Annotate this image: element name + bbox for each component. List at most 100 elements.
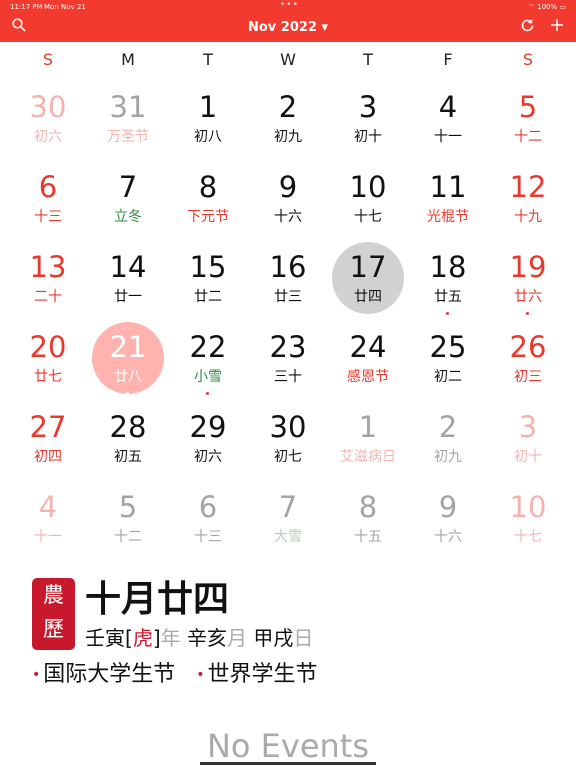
festival-item[interactable]: • 国际大学生节 xyxy=(32,662,175,687)
day-cell[interactable]: 5 十二 xyxy=(88,488,168,568)
lunar-day-label: 初三 xyxy=(514,369,542,385)
day-number: 10 xyxy=(349,170,387,204)
day-cell[interactable]: 21 廿八 xyxy=(88,322,168,408)
day-cell[interactable]: 8 十五 xyxy=(328,488,408,568)
day-number: 1 xyxy=(358,410,378,444)
lunar-day-label: 初十 xyxy=(354,129,382,145)
day-cell[interactable]: 26 初三 xyxy=(488,328,568,408)
day-cell[interactable]: 1 初八 xyxy=(168,88,248,168)
day-cell[interactable]: 8 下元节 xyxy=(168,168,248,248)
calendar-week-row: 4 十一 5 十二 6 十三 7 大雪 8 十五 9 十六 10 十七 xyxy=(8,488,568,568)
day-cell[interactable]: 17 廿四 xyxy=(328,242,408,328)
festival-list: • 国际大学生节 • 世界学生节 xyxy=(32,656,332,688)
battery-percent: 100% xyxy=(537,3,558,11)
day-cell[interactable]: 7 大雪 xyxy=(248,488,328,568)
day-cell[interactable]: 29 初六 xyxy=(168,408,248,488)
lunar-day-label: 二十 xyxy=(34,289,62,305)
day-cell[interactable]: 1 艾滋病日 xyxy=(328,408,408,488)
day-number: 29 xyxy=(189,410,227,444)
day-cell[interactable]: 3 初十 xyxy=(488,408,568,488)
lunar-day-label: 廿七 xyxy=(34,369,62,385)
festival-bullet: • xyxy=(196,667,205,683)
lunar-day-label: 十一 xyxy=(34,529,62,545)
day-number: 9 xyxy=(438,490,458,524)
day-cell[interactable]: 9 十六 xyxy=(248,168,328,248)
day-cell[interactable]: 4 十一 xyxy=(8,488,88,568)
day-cell[interactable]: 5 十二 xyxy=(488,88,568,168)
day-cell[interactable]: 15 廿二 xyxy=(168,248,248,328)
day-cell[interactable]: 7 立冬 xyxy=(88,168,168,248)
day-cell[interactable]: 27 初四 xyxy=(8,408,88,488)
day-cell[interactable]: 18 廿五 xyxy=(408,248,488,328)
day-cell[interactable]: 20 廿七 xyxy=(8,328,88,408)
multitasking-dots-icon[interactable]: ••• xyxy=(280,0,299,10)
day-cell[interactable]: 13 二十 xyxy=(8,248,88,328)
calendar-grid: 30 初六 31 万圣节 1 初八 2 初九 3 初十 4 十一 5 十二 6 十三 7 立冬 8 下元节 9 十六 10 十… xyxy=(8,88,568,568)
day-cell[interactable]: 22 小雪 xyxy=(168,328,248,408)
day-cell[interactable]: 30 初七 xyxy=(248,408,328,488)
day-cell[interactable]: 11 光棍节 xyxy=(408,168,488,248)
add-icon[interactable] xyxy=(550,18,564,36)
day-number: 4 xyxy=(438,90,458,124)
day-cell[interactable]: 2 初九 xyxy=(248,88,328,168)
day-number: 7 xyxy=(118,170,138,204)
day-cell[interactable]: 10 十七 xyxy=(488,488,568,568)
lunar-day-label: 十六 xyxy=(434,529,462,545)
nav-bar: Nov 2022 ▾ xyxy=(0,14,576,42)
lunar-day-label: 初七 xyxy=(274,449,302,465)
lunar-day-label: 十六 xyxy=(274,209,302,225)
day-cell[interactable]: 14 廿一 xyxy=(88,248,168,328)
day-cell[interactable]: 19 廿六 xyxy=(488,248,568,328)
day-cell[interactable]: 24 感恩节 xyxy=(328,328,408,408)
day-number: 30 xyxy=(29,90,67,124)
status-date: Mon Nov 21 xyxy=(44,3,86,11)
day-number: 3 xyxy=(358,90,378,124)
day-number: 22 xyxy=(189,330,227,364)
festival-label: 世界学生节 xyxy=(207,662,318,687)
month-selector[interactable]: Nov 2022 ▾ xyxy=(0,20,576,35)
lunar-day-label: 十二 xyxy=(514,129,542,145)
day-cell[interactable]: 3 初十 xyxy=(328,88,408,168)
lunar-day-label: 廿一 xyxy=(114,289,142,305)
day-number: 19 xyxy=(509,250,547,284)
day-cell[interactable]: 10 十七 xyxy=(328,168,408,248)
festival-item[interactable]: • 世界学生节 xyxy=(196,662,317,687)
lunar-day-label: 感恩节 xyxy=(347,369,389,385)
day-cell[interactable]: 28 初五 xyxy=(88,408,168,488)
weekday-header: SMTWTFS xyxy=(8,50,568,69)
day-cell[interactable]: 25 初二 xyxy=(408,328,488,408)
refresh-icon[interactable] xyxy=(520,18,535,37)
day-cell[interactable]: 6 十三 xyxy=(168,488,248,568)
weekday-label: T xyxy=(203,50,213,69)
day-cell[interactable]: 4 十一 xyxy=(408,88,488,168)
day-number: 27 xyxy=(29,410,67,444)
day-cell[interactable]: 23 三十 xyxy=(248,328,328,408)
lunar-day-label: 初六 xyxy=(194,449,222,465)
lunar-day-label: 十五 xyxy=(354,529,382,545)
day-label: 日 xyxy=(293,626,314,650)
seal-top-char: 農 xyxy=(43,583,64,607)
status-bar: 11:17 PM Mon Nov 21 ••• ⌔ 100% ▭ xyxy=(0,0,576,14)
day-cell[interactable]: 9 十六 xyxy=(408,488,488,568)
day-number: 5 xyxy=(518,90,538,124)
lunar-day-label: 三十 xyxy=(274,369,302,385)
day-cell[interactable]: 2 初九 xyxy=(408,408,488,488)
day-cell[interactable]: 6 十三 xyxy=(8,168,88,248)
weekday-label: S xyxy=(522,50,534,69)
lunar-day-label: 立冬 xyxy=(114,209,142,225)
lunar-day-label: 廿四 xyxy=(354,289,382,305)
lunar-day-label: 初九 xyxy=(434,449,462,465)
calendar-week-row: 6 十三 7 立冬 8 下元节 9 十六 10 十七 11 光棍节 12 十九 xyxy=(8,168,568,248)
lunar-day-label: 初十 xyxy=(514,449,542,465)
day-number: 6 xyxy=(198,490,218,524)
event-dot xyxy=(446,312,449,315)
day-number: 31 xyxy=(109,90,147,124)
day-number: 9 xyxy=(278,170,298,204)
day-cell[interactable]: 31 万圣节 xyxy=(88,88,168,168)
day-cell[interactable]: 12 十九 xyxy=(488,168,568,248)
day-number: 5 xyxy=(118,490,138,524)
day-number: 30 xyxy=(269,410,307,444)
month-label: 月 xyxy=(226,626,247,650)
day-cell[interactable]: 16 廿三 xyxy=(248,248,328,328)
day-cell[interactable]: 30 初六 xyxy=(8,88,88,168)
